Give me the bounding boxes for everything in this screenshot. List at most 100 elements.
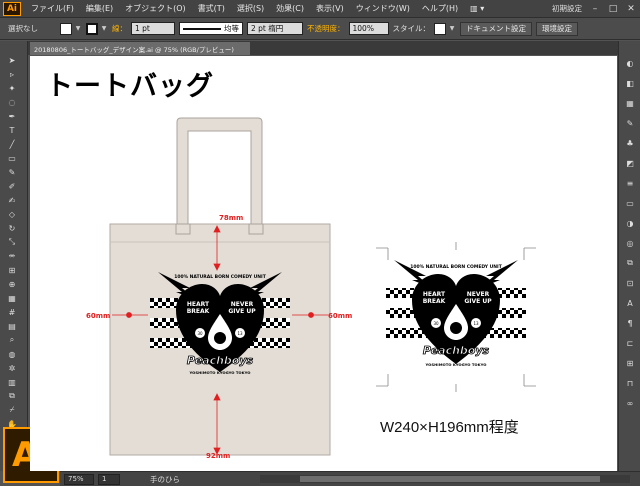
fill-swatch[interactable] xyxy=(60,22,72,35)
menu-type[interactable]: 書式(T) xyxy=(192,3,231,14)
stroke-swatch[interactable] xyxy=(86,22,98,35)
menu-file[interactable]: ファイル(F) xyxy=(25,3,80,14)
blob-brush-icon[interactable]: ✍ xyxy=(4,195,20,205)
stroke-dropdown-icon[interactable]: ▼ xyxy=(100,23,108,35)
tote-bag-mockup xyxy=(109,117,331,456)
stroke-profile-field[interactable]: 均等 xyxy=(179,22,243,35)
gradient-icon[interactable]: ▭ xyxy=(623,197,637,209)
links-icon[interactable]: ∞ xyxy=(623,397,637,409)
rotate-tool-icon[interactable]: ↻ xyxy=(4,223,20,233)
never-give-up-text-2: GIVE UP xyxy=(228,308,256,315)
layers-icon[interactable]: ⧉ xyxy=(623,257,637,269)
graphic-styles-icon[interactable]: ◩ xyxy=(623,157,637,169)
workspace-switcher[interactable]: 初期設定 xyxy=(548,3,586,14)
stroke-label[interactable]: 線： xyxy=(112,23,127,34)
preferences-button[interactable]: 環境設定 xyxy=(536,21,578,36)
document-settings-button[interactable]: ドキュメント設定 xyxy=(460,21,532,36)
artboard-tool-icon[interactable]: ⧉ xyxy=(4,391,20,401)
menu-effect[interactable]: 効果(C) xyxy=(270,3,310,14)
dimension-bottom-label: 92mm xyxy=(206,452,230,460)
scrollbar-thumb[interactable] xyxy=(300,476,600,482)
magic-wand-icon[interactable]: ✦ xyxy=(4,83,20,93)
brush-field[interactable]: 2 pt 楕円 xyxy=(247,22,303,35)
heart-break-text-2: BREAK xyxy=(187,308,210,315)
tools-panel: ➤ ▹ ✦ ◌ ✒ T ╱ ▭ ✎ ✐ ✍ ◇ ↻ ⤡ ⥈ ⊞ ⊕ ▦ # ▤ … xyxy=(0,41,28,471)
style-label: スタイル： xyxy=(392,24,431,33)
appearance-icon[interactable]: ◎ xyxy=(623,237,637,249)
perspective-grid-icon[interactable]: ▦ xyxy=(4,293,20,303)
graph-tool-icon[interactable]: ▥ xyxy=(4,377,20,387)
symbols-icon[interactable]: ♣ xyxy=(623,137,637,149)
pen-tool-icon[interactable]: ✒ xyxy=(4,111,20,121)
opacity-label[interactable]: 不透明度： xyxy=(307,23,345,34)
symbol-sprayer-icon[interactable]: ✲ xyxy=(4,363,20,373)
brushes-icon[interactable]: ✎ xyxy=(623,117,637,129)
standalone-left-text-2: BREAK xyxy=(423,298,446,305)
zoom-field[interactable]: 75% xyxy=(64,473,94,485)
standalone-logo: 100% NATURAL BORN COMEDY UNIT HEART BREA… xyxy=(386,260,526,367)
character-icon[interactable]: A xyxy=(623,297,637,309)
dimension-left-label: 60mm xyxy=(86,312,110,320)
fill-dropdown-icon[interactable]: ▼ xyxy=(74,23,82,35)
artboard-nav-field[interactable]: 1 xyxy=(98,473,120,485)
transform-icon[interactable]: ⊞ xyxy=(623,357,637,369)
arc-text: 100% NATURAL BORN COMEDY UNIT xyxy=(174,274,267,280)
menu-window[interactable]: ウィンドウ(W) xyxy=(350,3,416,14)
standalone-bottom-text: YOSHIMOTO KYOGYO TOKYO xyxy=(425,362,488,367)
dimension-right-label: 60mm xyxy=(328,312,352,320)
width-tool-icon[interactable]: ⥈ xyxy=(4,251,20,261)
align-icon[interactable]: ⊏ xyxy=(623,337,637,349)
shape-builder-icon[interactable]: ⊕ xyxy=(4,279,20,289)
eraser-icon[interactable]: ◇ xyxy=(4,209,20,219)
menu-help[interactable]: ヘルプ(H) xyxy=(416,3,464,14)
maximize-icon[interactable]: □ xyxy=(606,3,620,15)
close-icon[interactable]: ✕ xyxy=(624,3,638,15)
gradient-tool-icon[interactable]: ▤ xyxy=(4,321,20,331)
eyedropper-icon[interactable]: ⌕ xyxy=(4,335,20,345)
menu-view[interactable]: 表示(V) xyxy=(310,3,350,14)
brand-script: Peachboys xyxy=(187,354,254,367)
heart-break-text-1: HEART xyxy=(187,301,210,308)
stroke-icon[interactable]: ≡ xyxy=(623,177,637,189)
document-tab[interactable]: 20180806_トートバッグ_デザイン案.ai @ 75% (RGB/プレビュ… xyxy=(30,42,250,55)
current-tool-label: 手のひら xyxy=(150,474,180,484)
color-guide-icon[interactable]: ◧ xyxy=(623,77,637,89)
menu-edit[interactable]: 編集(E) xyxy=(80,3,119,14)
minimize-icon[interactable]: – xyxy=(588,3,602,15)
bridge-icon[interactable]: ▥ ▾ xyxy=(464,4,490,13)
stroke-profile-line xyxy=(183,27,221,30)
artboards-icon[interactable]: ⊡ xyxy=(623,277,637,289)
lasso-icon[interactable]: ◌ xyxy=(4,97,20,107)
number-left: 30 xyxy=(197,331,203,336)
opacity-field[interactable]: 100% xyxy=(348,22,389,35)
style-dropdown-icon[interactable]: ▼ xyxy=(448,23,456,35)
standalone-number-right: 13 xyxy=(473,321,479,326)
color-panel-icon[interactable]: ◐ xyxy=(623,57,637,69)
number-right: 13 xyxy=(237,331,243,336)
graphic-style-swatch[interactable] xyxy=(434,22,446,35)
pathfinder-icon[interactable]: ⊓ xyxy=(623,377,637,389)
rectangle-tool-icon[interactable]: ▭ xyxy=(4,153,20,163)
mesh-tool-icon[interactable]: # xyxy=(4,307,20,317)
blend-tool-icon[interactable]: ◍ xyxy=(4,349,20,359)
paragraph-icon[interactable]: ¶ xyxy=(623,317,637,329)
free-transform-icon[interactable]: ⊞ xyxy=(4,265,20,275)
transparency-icon[interactable]: ◑ xyxy=(623,217,637,229)
standalone-arc-text: 100% NATURAL BORN COMEDY UNIT xyxy=(410,264,503,270)
pencil-icon[interactable]: ✐ xyxy=(4,181,20,191)
document-tab-bar: 20180806_トートバッグ_デザイン案.ai @ 75% (RGB/プレビュ… xyxy=(28,41,618,55)
slice-tool-icon[interactable]: ⌿ xyxy=(4,405,20,415)
line-tool-icon[interactable]: ╱ xyxy=(4,139,20,149)
standalone-brand: Peachboys xyxy=(423,344,490,357)
menu-object[interactable]: オブジェクト(O) xyxy=(119,3,192,14)
artboard[interactable]: トートバッグ 100% NATURAL BORN COMEDY UNIT HEA… xyxy=(30,56,617,471)
stroke-weight-field[interactable]: 1 pt xyxy=(131,22,175,35)
menu-select[interactable]: 選択(S) xyxy=(231,3,270,14)
paintbrush-icon[interactable]: ✎ xyxy=(4,167,20,177)
direct-selection-tool-icon[interactable]: ▹ xyxy=(4,69,20,79)
horizontal-scrollbar[interactable] xyxy=(260,475,630,483)
type-tool-icon[interactable]: T xyxy=(4,125,20,135)
scale-tool-icon[interactable]: ⤡ xyxy=(4,237,20,247)
selection-tool-icon[interactable]: ➤ xyxy=(4,55,20,65)
swatches-icon[interactable]: ▦ xyxy=(623,97,637,109)
